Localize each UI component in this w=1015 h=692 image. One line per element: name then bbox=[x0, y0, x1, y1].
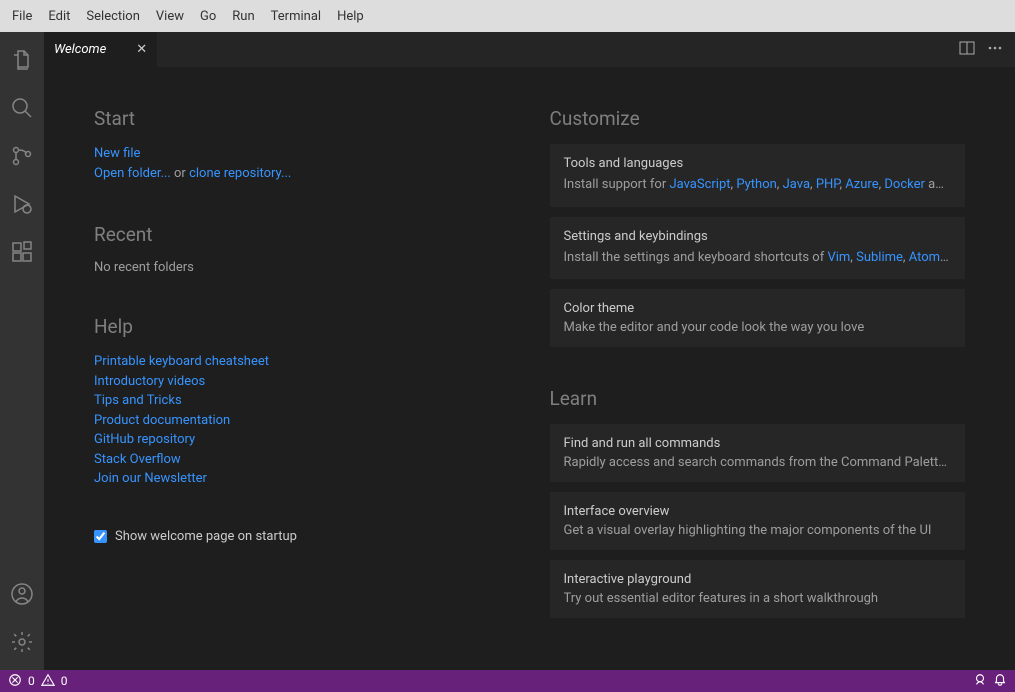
theme-title: Color theme bbox=[564, 301, 952, 316]
warnings-count[interactable]: 0 bbox=[61, 674, 68, 688]
keybindings-card[interactable]: Settings and keybindings Install the set… bbox=[550, 217, 966, 280]
inline-link[interactable]: Vim bbox=[827, 250, 850, 265]
help-section: Help Printable keyboard cheatsheetIntrod… bbox=[94, 315, 510, 489]
keys-title: Settings and keybindings bbox=[564, 229, 952, 244]
help-link[interactable]: Join our Newsletter bbox=[94, 469, 510, 489]
customize-heading: Customize bbox=[550, 107, 966, 130]
recent-empty: No recent folders bbox=[94, 260, 510, 275]
help-link[interactable]: Introductory videos bbox=[94, 372, 510, 392]
explorer-icon[interactable] bbox=[0, 36, 44, 84]
inline-link[interactable]: Docker bbox=[884, 177, 925, 192]
inline-link[interactable]: Python bbox=[736, 177, 776, 192]
editor-area: Welcome ✕ Start New file Open fo bbox=[44, 32, 1015, 670]
menu-help[interactable]: Help bbox=[329, 5, 372, 28]
help-link[interactable]: Tips and Tricks bbox=[94, 391, 510, 411]
keys-sub: Install the settings and keyboard shortc… bbox=[564, 248, 952, 268]
menu-run[interactable]: Run bbox=[224, 5, 262, 28]
help-link[interactable]: GitHub repository bbox=[94, 430, 510, 450]
inline-link[interactable]: Java bbox=[783, 177, 810, 192]
learn-heading: Learn bbox=[550, 387, 966, 410]
accounts-icon[interactable] bbox=[0, 570, 44, 618]
show-welcome-checkbox[interactable] bbox=[94, 530, 107, 543]
menu-edit[interactable]: Edit bbox=[40, 5, 78, 28]
menu-go[interactable]: Go bbox=[192, 5, 224, 28]
close-icon[interactable]: ✕ bbox=[136, 42, 147, 57]
inline-link[interactable]: Sublime bbox=[856, 250, 903, 265]
or-text: or bbox=[171, 166, 189, 181]
clone-repo-link[interactable]: clone repository... bbox=[189, 166, 291, 181]
inline-link[interactable]: PHP bbox=[816, 177, 840, 192]
find-sub: Rapidly access and search commands from … bbox=[564, 455, 952, 470]
inline-link[interactable]: JavaScript bbox=[669, 177, 730, 192]
find-commands-card[interactable]: Find and run all commands Rapidly access… bbox=[550, 424, 966, 482]
settings-gear-icon[interactable] bbox=[0, 618, 44, 666]
more-actions-icon[interactable] bbox=[987, 40, 1003, 60]
search-icon[interactable] bbox=[0, 84, 44, 132]
find-title: Find and run all commands bbox=[564, 436, 952, 451]
tools-card[interactable]: Tools and languages Install support for … bbox=[550, 144, 966, 207]
color-theme-card[interactable]: Color theme Make the editor and your cod… bbox=[550, 289, 966, 347]
welcome-page: Start New file Open folder... or clone r… bbox=[44, 67, 1015, 670]
inline-link[interactable]: Azure bbox=[845, 177, 878, 192]
feedback-icon[interactable] bbox=[973, 673, 987, 690]
errors-count[interactable]: 0 bbox=[28, 674, 35, 688]
new-file-link[interactable]: New file bbox=[94, 146, 140, 161]
status-bar: 0 0 bbox=[0, 670, 1015, 692]
menu-selection[interactable]: Selection bbox=[78, 5, 147, 28]
interface-overview-card[interactable]: Interface overview Get a visual overlay … bbox=[550, 492, 966, 550]
learn-section: Learn Find and run all commands Rapidly … bbox=[550, 387, 966, 618]
start-section: Start New file Open folder... or clone r… bbox=[94, 107, 510, 183]
split-editor-icon[interactable] bbox=[959, 40, 975, 60]
extensions-icon[interactable] bbox=[0, 228, 44, 276]
bell-icon[interactable] bbox=[993, 673, 1007, 690]
source-control-icon[interactable] bbox=[0, 132, 44, 180]
menubar: FileEditSelectionViewGoRunTerminalHelp bbox=[0, 0, 1015, 32]
tools-title: Tools and languages bbox=[564, 156, 952, 171]
inline-link[interactable]: Atom bbox=[909, 250, 949, 265]
menu-view[interactable]: View bbox=[148, 5, 192, 28]
help-link[interactable]: Product documentation bbox=[94, 411, 510, 431]
tab-title: Welcome bbox=[54, 42, 106, 57]
menu-terminal[interactable]: Terminal bbox=[263, 5, 329, 28]
playground-sub: Try out essential editor features in a s… bbox=[564, 591, 952, 606]
overview-title: Interface overview bbox=[564, 504, 952, 519]
tab-welcome[interactable]: Welcome ✕ bbox=[44, 32, 157, 67]
activity-bar bbox=[0, 32, 44, 670]
overview-sub: Get a visual overlay highlighting the ma… bbox=[564, 523, 952, 538]
main-area: Welcome ✕ Start New file Open fo bbox=[0, 32, 1015, 670]
run-debug-icon[interactable] bbox=[0, 180, 44, 228]
tools-sub: Install support for JavaScript, Python, … bbox=[564, 175, 952, 195]
customize-section: Customize Tools and languages Install su… bbox=[550, 107, 966, 347]
tabs-bar: Welcome ✕ bbox=[44, 32, 1015, 67]
warnings-icon[interactable] bbox=[41, 673, 55, 690]
open-folder-link[interactable]: Open folder... bbox=[94, 166, 171, 181]
errors-icon[interactable] bbox=[8, 673, 22, 690]
show-welcome-row: Show welcome page on startup bbox=[94, 529, 510, 544]
recent-heading: Recent bbox=[94, 223, 510, 246]
recent-section: Recent No recent folders bbox=[94, 223, 510, 275]
theme-sub: Make the editor and your code look the w… bbox=[564, 320, 952, 335]
playground-card[interactable]: Interactive playground Try out essential… bbox=[550, 560, 966, 618]
show-welcome-label: Show welcome page on startup bbox=[115, 529, 297, 544]
playground-title: Interactive playground bbox=[564, 572, 952, 587]
start-heading: Start bbox=[94, 107, 510, 130]
help-link[interactable]: Printable keyboard cheatsheet bbox=[94, 352, 510, 372]
help-link[interactable]: Stack Overflow bbox=[94, 450, 510, 470]
help-heading: Help bbox=[94, 315, 510, 338]
menu-file[interactable]: File bbox=[4, 5, 40, 28]
